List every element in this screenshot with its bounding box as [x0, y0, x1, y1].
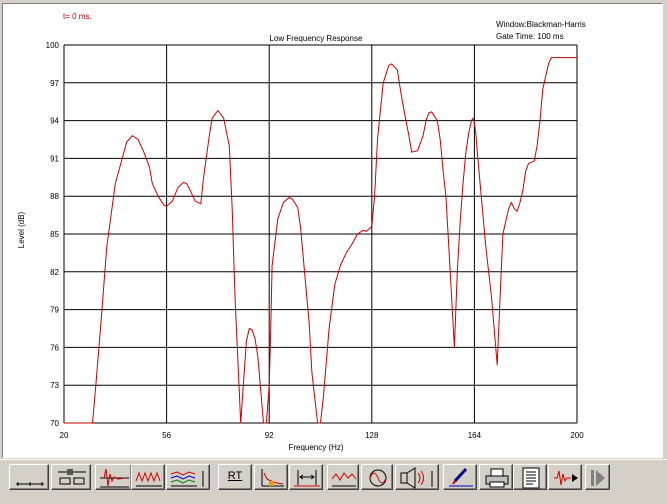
frequency-response-chart: 10097949188858279767370 20 56 92 128 164 200 …: [17, 12, 586, 452]
x-tick-labels: 20 56 92 128 164 200: [60, 431, 585, 440]
x-tick-label: 128: [365, 431, 379, 440]
phase-icon: [369, 469, 387, 487]
series-layer: [64, 57, 577, 424]
x-tick-label: 164: [468, 431, 482, 440]
impulse-button[interactable]: [95, 464, 132, 490]
printer-button[interactable]: [479, 464, 513, 490]
gate-marker-icon: [294, 470, 320, 487]
chart-title: Low Frequency Response: [270, 34, 363, 43]
rt-button[interactable]: RT: [218, 464, 252, 490]
y-tick-label: 88: [50, 192, 59, 201]
time-label: t= 0 ms.: [63, 12, 92, 21]
x-tick-label: 56: [162, 431, 171, 440]
y-tick-label: 82: [50, 268, 59, 277]
playback-button[interactable]: [548, 464, 582, 490]
x-tick-label: 20: [60, 431, 69, 440]
speaker-button[interactable]: [395, 464, 439, 490]
multi-response-icon: [170, 471, 204, 487]
speaker-icon: [400, 467, 433, 489]
y-tick-label: 76: [50, 343, 59, 352]
grid: [63, 44, 578, 424]
baseline-icon: [16, 482, 44, 486]
next-icon: [591, 470, 605, 486]
y-tick-label: 94: [50, 117, 59, 126]
plot-panel: 100 97 94 91 88 85 82 79 76 73 70 20 56 92 128 164 200 …: [2, 3, 663, 458]
frequency-response-button[interactable]: [327, 464, 359, 490]
response-curve: [64, 57, 577, 424]
phase-button[interactable]: [361, 464, 393, 490]
y-tick-label: 73: [50, 381, 59, 390]
document-button[interactable]: [513, 464, 547, 490]
y-tick-label: 79: [50, 306, 59, 315]
y-tick-label: 91: [50, 154, 59, 163]
printer-icon: [485, 468, 509, 488]
y-tick-label: 85: [50, 230, 59, 239]
y-tick-labels: 100 97 94 91 88 85 82 79 76 73 70: [46, 41, 60, 428]
waterfall-button[interactable]: [131, 464, 165, 490]
impulse-icon: [100, 468, 129, 488]
window-info: Window:Blackman-Harris: [496, 20, 586, 29]
y-tick-label: 97: [50, 79, 59, 88]
energy-time-icon: [261, 469, 284, 487]
x-axis-label: Frequency (Hz): [288, 443, 343, 452]
x-tick-label: 92: [265, 431, 274, 440]
playback-icon: [554, 470, 578, 486]
y-tick-label: 70: [50, 419, 59, 428]
baseline-button[interactable]: [9, 464, 49, 490]
waterfall-icon: [135, 471, 162, 487]
rt-label: RT: [227, 470, 243, 482]
bottom-toolbar: RT: [0, 459, 667, 504]
document-icon: [522, 467, 540, 489]
y-tick-label: 100: [46, 41, 60, 50]
slider-setup-icon: [58, 469, 86, 485]
gate-info: Gate Time: 100 ms: [496, 32, 564, 41]
color-pen-button[interactable]: [443, 464, 477, 490]
x-tick-label: 200: [570, 431, 584, 440]
y-axis-label: Level (dB): [17, 211, 26, 248]
slider-setup-button[interactable]: [51, 464, 91, 490]
color-pen-icon: [449, 467, 473, 487]
energy-time-button[interactable]: [254, 464, 288, 490]
gate-marker-button[interactable]: [289, 464, 323, 490]
multi-response-button[interactable]: [166, 464, 210, 490]
frequency-response-icon: [331, 472, 357, 487]
next-button[interactable]: [585, 464, 610, 490]
